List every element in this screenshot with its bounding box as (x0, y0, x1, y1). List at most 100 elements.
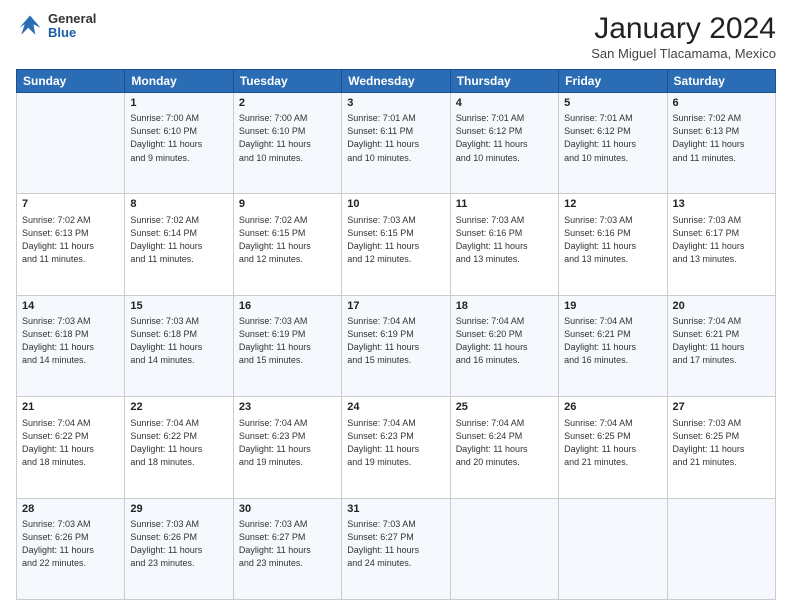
calendar-table: Sunday Monday Tuesday Wednesday Thursday… (16, 69, 776, 600)
table-row: 4Sunrise: 7:01 AM Sunset: 6:12 PM Daylig… (450, 93, 558, 194)
day-info: Sunrise: 7:03 AM Sunset: 6:18 PM Dayligh… (130, 315, 227, 367)
day-number: 15 (130, 299, 227, 314)
day-info: Sunrise: 7:04 AM Sunset: 6:21 PM Dayligh… (564, 315, 661, 367)
table-row: 17Sunrise: 7:04 AM Sunset: 6:19 PM Dayli… (342, 295, 450, 396)
day-number: 25 (456, 400, 553, 415)
table-row (559, 498, 667, 599)
header: General Blue January 2024 San Miguel Tla… (16, 12, 776, 61)
day-number: 28 (22, 502, 119, 517)
day-info: Sunrise: 7:01 AM Sunset: 6:12 PM Dayligh… (456, 112, 553, 164)
day-info: Sunrise: 7:03 AM Sunset: 6:17 PM Dayligh… (673, 214, 770, 266)
logo-text: General Blue (48, 12, 96, 41)
title-section: January 2024 San Miguel Tlacamama, Mexic… (591, 12, 776, 61)
day-info: Sunrise: 7:03 AM Sunset: 6:27 PM Dayligh… (347, 518, 444, 570)
day-number: 19 (564, 299, 661, 314)
day-info: Sunrise: 7:03 AM Sunset: 6:25 PM Dayligh… (673, 417, 770, 469)
day-info: Sunrise: 7:03 AM Sunset: 6:26 PM Dayligh… (130, 518, 227, 570)
table-row (450, 498, 558, 599)
table-row: 7 Sunrise: 7:02 AM Sunset: 6:13 PM Daylig… (17, 194, 125, 295)
calendar-week-row: 1Sunrise: 7:00 AM Sunset: 6:10 PM Daylig… (17, 93, 776, 194)
day-info: Sunrise: 7:04 AM Sunset: 6:22 PM Dayligh… (22, 417, 119, 469)
day-info: Sunrise: 7:02 AM Sunset: 6:13 PM Dayligh… (673, 112, 770, 164)
day-info: Sunrise: 7:00 AM Sunset: 6:10 PM Dayligh… (239, 112, 336, 164)
col-sunday: Sunday (17, 70, 125, 93)
table-row: 21 Sunrise: 7:04 AM Sunset: 6:22 PM Dayli… (17, 397, 125, 498)
table-row: 1Sunrise: 7:00 AM Sunset: 6:10 PM Daylig… (125, 93, 233, 194)
col-friday: Friday (559, 70, 667, 93)
table-row: 12 Sunrise: 7:03 AM Sunset: 6:16 PM Dayli… (559, 194, 667, 295)
day-info: Sunrise: 7:04 AM Sunset: 6:24 PM Dayligh… (456, 417, 553, 469)
day-info: Sunrise: 7:01 AM Sunset: 6:12 PM Dayligh… (564, 112, 661, 164)
table-row: 30Sunrise: 7:03 AM Sunset: 6:27 PM Dayli… (233, 498, 341, 599)
day-number: 4 (456, 96, 553, 111)
table-row: 10 Sunrise: 7:03 AM Sunset: 6:15 PM Dayli… (342, 194, 450, 295)
day-number: 8 (130, 197, 227, 212)
calendar-week-row: 28Sunrise: 7:03 AM Sunset: 6:26 PM Dayli… (17, 498, 776, 599)
day-number: 30 (239, 502, 336, 517)
day-info: Sunrise: 7:03 AM Sunset: 6:15 PM Dayligh… (347, 214, 444, 266)
day-number: 31 (347, 502, 444, 517)
day-number: 9 (239, 197, 336, 212)
col-saturday: Saturday (667, 70, 775, 93)
table-row: 15Sunrise: 7:03 AM Sunset: 6:18 PM Dayli… (125, 295, 233, 396)
day-number: 20 (673, 299, 770, 314)
day-info: Sunrise: 7:04 AM Sunset: 6:23 PM Dayligh… (347, 417, 444, 469)
day-number: 23 (239, 400, 336, 415)
day-number: 24 (347, 400, 444, 415)
table-row: 22Sunrise: 7:04 AM Sunset: 6:22 PM Dayli… (125, 397, 233, 498)
table-row: 16Sunrise: 7:03 AM Sunset: 6:19 PM Dayli… (233, 295, 341, 396)
table-row: 9 Sunrise: 7:02 AM Sunset: 6:15 PM Daylig… (233, 194, 341, 295)
table-row: 26 Sunrise: 7:04 AM Sunset: 6:25 PM Dayli… (559, 397, 667, 498)
table-row: 31Sunrise: 7:03 AM Sunset: 6:27 PM Dayli… (342, 498, 450, 599)
table-row: 13 Sunrise: 7:03 AM Sunset: 6:17 PM Dayli… (667, 194, 775, 295)
day-number: 18 (456, 299, 553, 314)
day-number: 12 (564, 197, 661, 212)
day-info: Sunrise: 7:03 AM Sunset: 6:26 PM Dayligh… (22, 518, 119, 570)
day-info: Sunrise: 7:04 AM Sunset: 6:22 PM Dayligh… (130, 417, 227, 469)
day-number: 13 (673, 197, 770, 212)
day-number: 2 (239, 96, 336, 111)
day-number: 26 (564, 400, 661, 415)
calendar-week-row: 21 Sunrise: 7:04 AM Sunset: 6:22 PM Dayli… (17, 397, 776, 498)
col-wednesday: Wednesday (342, 70, 450, 93)
day-info: Sunrise: 7:03 AM Sunset: 6:18 PM Dayligh… (22, 315, 119, 367)
day-info: Sunrise: 7:03 AM Sunset: 6:16 PM Dayligh… (564, 214, 661, 266)
col-monday: Monday (125, 70, 233, 93)
table-row: 29Sunrise: 7:03 AM Sunset: 6:26 PM Dayli… (125, 498, 233, 599)
table-row: 27 Sunrise: 7:03 AM Sunset: 6:25 PM Dayli… (667, 397, 775, 498)
logo: General Blue (16, 12, 96, 41)
location: San Miguel Tlacamama, Mexico (591, 46, 776, 61)
day-info: Sunrise: 7:00 AM Sunset: 6:10 PM Dayligh… (130, 112, 227, 164)
table-row: 28Sunrise: 7:03 AM Sunset: 6:26 PM Dayli… (17, 498, 125, 599)
day-number: 10 (347, 197, 444, 212)
day-number: 3 (347, 96, 444, 111)
day-number: 11 (456, 197, 553, 212)
table-row: 20Sunrise: 7:04 AM Sunset: 6:21 PM Dayli… (667, 295, 775, 396)
table-row: 19Sunrise: 7:04 AM Sunset: 6:21 PM Dayli… (559, 295, 667, 396)
table-row: 3Sunrise: 7:01 AM Sunset: 6:11 PM Daylig… (342, 93, 450, 194)
day-info: Sunrise: 7:02 AM Sunset: 6:15 PM Dayligh… (239, 214, 336, 266)
table-row: 14Sunrise: 7:03 AM Sunset: 6:18 PM Dayli… (17, 295, 125, 396)
day-number: 14 (22, 299, 119, 314)
col-tuesday: Tuesday (233, 70, 341, 93)
day-info: Sunrise: 7:02 AM Sunset: 6:13 PM Dayligh… (22, 214, 119, 266)
table-row: 8Sunrise: 7:02 AM Sunset: 6:14 PM Daylig… (125, 194, 233, 295)
logo-blue: Blue (48, 26, 96, 40)
col-thursday: Thursday (450, 70, 558, 93)
day-number: 27 (673, 400, 770, 415)
day-info: Sunrise: 7:03 AM Sunset: 6:27 PM Dayligh… (239, 518, 336, 570)
day-number: 7 (22, 197, 119, 212)
day-info: Sunrise: 7:04 AM Sunset: 6:23 PM Dayligh… (239, 417, 336, 469)
calendar-header-row: Sunday Monday Tuesday Wednesday Thursday… (17, 70, 776, 93)
calendar-week-row: 7 Sunrise: 7:02 AM Sunset: 6:13 PM Daylig… (17, 194, 776, 295)
day-number: 5 (564, 96, 661, 111)
day-info: Sunrise: 7:04 AM Sunset: 6:25 PM Dayligh… (564, 417, 661, 469)
day-info: Sunrise: 7:03 AM Sunset: 6:16 PM Dayligh… (456, 214, 553, 266)
table-row (17, 93, 125, 194)
table-row: 24 Sunrise: 7:04 AM Sunset: 6:23 PM Dayli… (342, 397, 450, 498)
table-row: 23 Sunrise: 7:04 AM Sunset: 6:23 PM Dayli… (233, 397, 341, 498)
table-row (667, 498, 775, 599)
table-row: 18Sunrise: 7:04 AM Sunset: 6:20 PM Dayli… (450, 295, 558, 396)
day-number: 21 (22, 400, 119, 415)
table-row: 11 Sunrise: 7:03 AM Sunset: 6:16 PM Dayli… (450, 194, 558, 295)
